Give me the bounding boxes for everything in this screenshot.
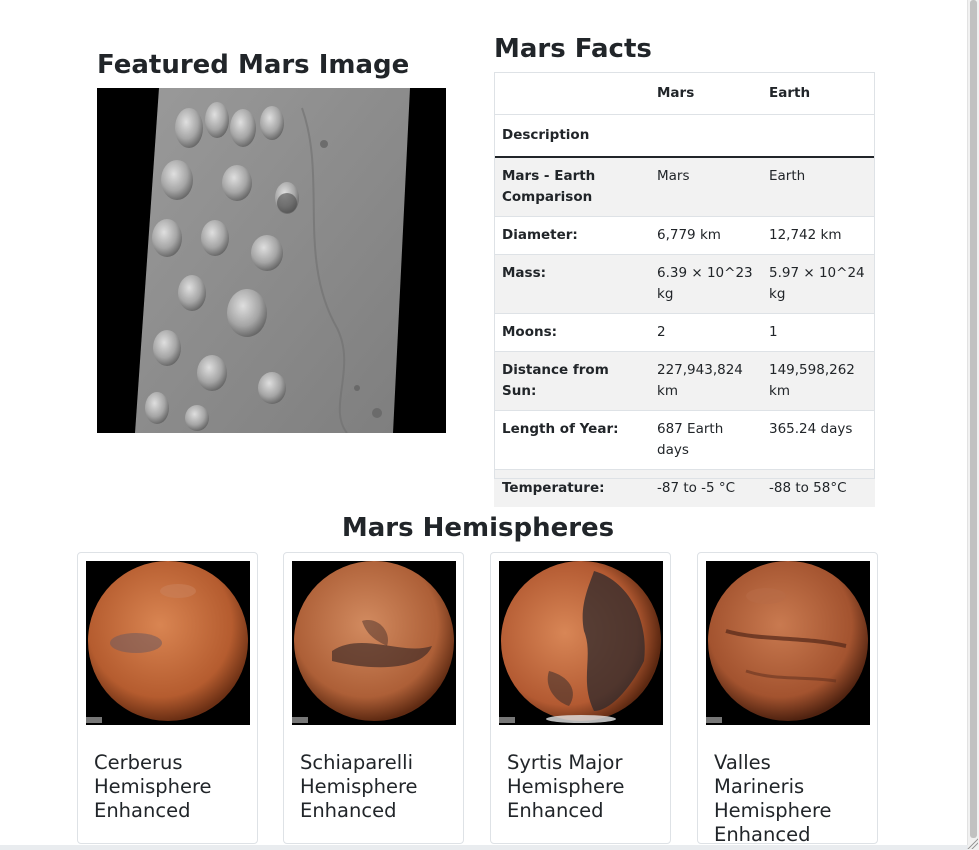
mars-value: Mars — [649, 156, 761, 217]
mars-globe-icon — [292, 561, 456, 725]
row-label: Mars - Earth Comparison — [494, 156, 649, 217]
earth-value: 5.97 × 10^24 kg — [761, 254, 875, 314]
row-label: Mass: — [494, 254, 649, 314]
featured-image-title: Featured Mars Image — [97, 50, 410, 80]
table-row: Mars - Earth Comparison Mars Earth — [494, 156, 875, 217]
hemisphere-title[interactable]: Schiaparelli Hemisphere Enhanced — [300, 751, 450, 823]
mars-facts-table: Mars Earth Description Mars - Earth Comp… — [494, 72, 875, 507]
resize-grip-icon[interactable] — [966, 837, 978, 849]
table-row: Length of Year: 687 Earth days 365.24 da… — [494, 410, 875, 470]
row-label: Temperature: — [494, 469, 649, 507]
mars-value: 6.39 × 10^23 kg — [649, 254, 761, 314]
table-row: Temperature: -87 to -5 °C -88 to 58°C — [494, 469, 875, 507]
hemisphere-image[interactable] — [706, 561, 870, 725]
earth-value: 1 — [761, 313, 875, 352]
table-row: Distance from Sun: 227,943,824 km 149,59… — [494, 351, 875, 411]
mars-value: 6,779 km — [649, 216, 761, 255]
earth-value: Earth — [761, 156, 875, 217]
hemisphere-card-valles-marineris[interactable]: Valles Marineris Hemisphere Enhanced — [697, 552, 878, 847]
column-header-mars: Mars — [649, 72, 761, 115]
hemisphere-title[interactable]: Valles Marineris Hemisphere Enhanced — [714, 751, 864, 847]
vertical-scrollbar[interactable] — [967, 0, 979, 850]
mars-value: 227,943,824 km — [649, 351, 761, 411]
mars-facts-title: Mars Facts — [494, 34, 652, 64]
mars-surface-photo-icon — [97, 88, 446, 433]
hemisphere-title[interactable]: Cerberus Hemisphere Enhanced — [94, 751, 244, 823]
column-header — [494, 72, 649, 115]
earth-value: 149,598,262 km — [761, 351, 875, 411]
table-row: Moons: 2 1 — [494, 313, 875, 352]
hemisphere-title[interactable]: Syrtis Major Hemisphere Enhanced — [507, 751, 657, 823]
table-row: Mass: 6.39 × 10^23 kg 5.97 × 10^24 kg — [494, 254, 875, 314]
row-label: Diameter: — [494, 216, 649, 255]
hemisphere-card-cerberus[interactable]: Cerberus Hemisphere Enhanced — [77, 552, 258, 844]
table-row: Diameter: 6,779 km 12,742 km — [494, 216, 875, 255]
table-header-row: Mars Earth — [494, 72, 875, 115]
featured-mars-image[interactable] — [97, 88, 446, 433]
mars-hemispheres-title: Mars Hemispheres — [341, 513, 615, 543]
hemisphere-image[interactable] — [86, 561, 250, 725]
row-label: Length of Year: — [494, 410, 649, 470]
mars-globe-icon — [499, 561, 663, 725]
empty-header-cell — [761, 114, 875, 158]
description-header-row: Description — [494, 114, 875, 158]
earth-value: 365.24 days — [761, 410, 875, 470]
row-label: Distance from Sun: — [494, 351, 649, 411]
mars-globe-icon — [86, 561, 250, 725]
hemisphere-image[interactable] — [499, 561, 663, 725]
earth-value: 12,742 km — [761, 216, 875, 255]
hemisphere-card-schiaparelli[interactable]: Schiaparelli Hemisphere Enhanced — [283, 552, 464, 844]
mars-value: 2 — [649, 313, 761, 352]
description-header: Description — [494, 114, 649, 158]
horizontal-scrollbar[interactable] — [0, 845, 968, 850]
hemisphere-card-syrtis-major[interactable]: Syrtis Major Hemisphere Enhanced — [490, 552, 671, 844]
hemisphere-image[interactable] — [292, 561, 456, 725]
mars-value: -87 to -5 °C — [649, 469, 761, 507]
earth-value: -88 to 58°C — [761, 469, 875, 507]
mars-value: 687 Earth days — [649, 410, 761, 470]
mars-globe-icon — [706, 561, 870, 725]
scrollbar-thumb[interactable] — [970, 0, 977, 838]
row-label: Moons: — [494, 313, 649, 352]
empty-header-cell — [649, 114, 761, 158]
column-header-earth: Earth — [761, 72, 875, 115]
